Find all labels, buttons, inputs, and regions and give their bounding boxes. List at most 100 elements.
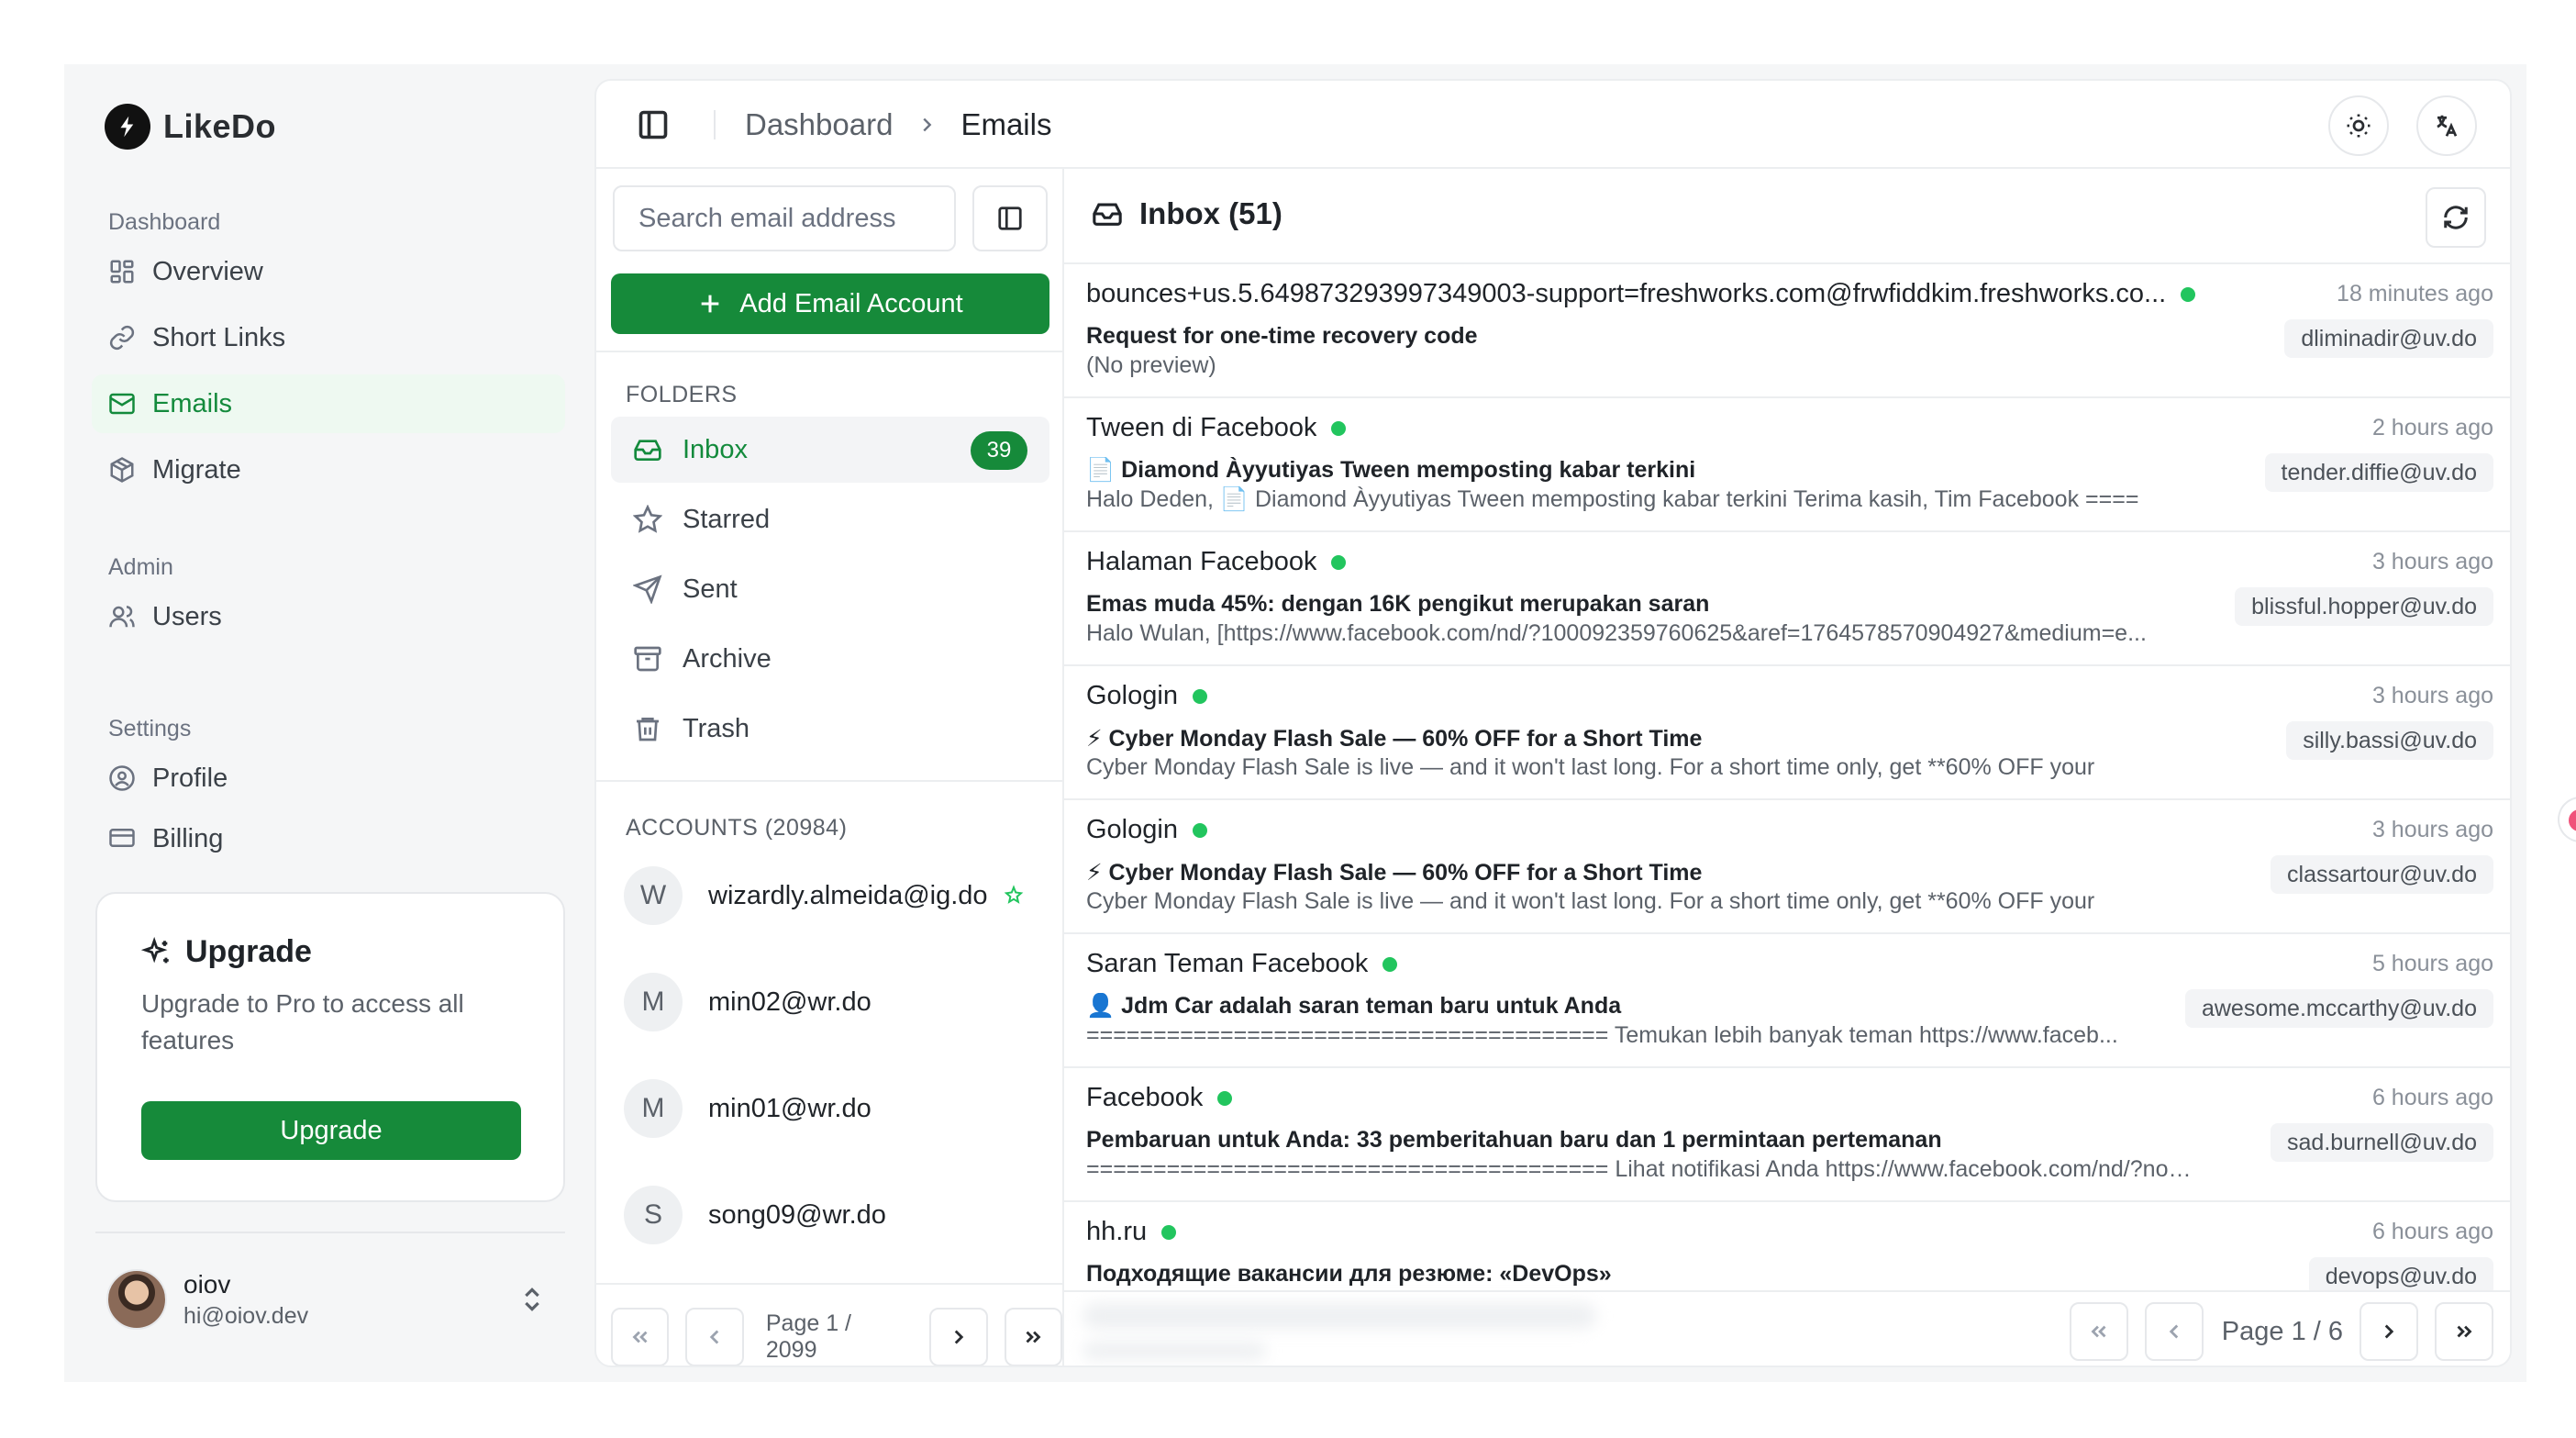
sidebar-item-profile[interactable]: Profile	[92, 749, 565, 808]
breadcrumb-dashboard[interactable]: Dashboard	[745, 107, 893, 142]
last-page-button[interactable]	[2435, 1302, 2493, 1361]
refresh-icon	[2444, 206, 2468, 229]
floating-help-badge[interactable]	[2558, 797, 2576, 842]
user-name: oiov	[183, 1269, 231, 1299]
folder-inbox[interactable]: Inbox 39	[611, 417, 1049, 483]
email-sender: bounces+us.5.649873293997349003-support=…	[1086, 279, 2196, 309]
sender-name: Saran Teman Facebook	[1086, 949, 1369, 978]
last-page-button[interactable]	[1004, 1308, 1062, 1366]
email-list-header: Inbox (51)	[1064, 169, 2510, 264]
language-button[interactable]	[2416, 95, 2477, 156]
prev-page-button[interactable]	[2144, 1302, 2204, 1361]
sun-icon	[2347, 114, 2371, 138]
prev-page-button[interactable]	[685, 1308, 744, 1366]
sidebar: LikeDo Dashboard Overview Short Links Em…	[64, 64, 594, 1382]
email-subject: Emas muda 45%: dengan 16K pengikut merup…	[1086, 591, 1710, 617]
inbox-icon	[634, 440, 661, 461]
email-subject: Подходящие вакансии для резюме: «DevOps»	[1086, 1261, 1612, 1287]
folder-label: Starred	[683, 504, 771, 534]
first-page-button[interactable]	[611, 1308, 670, 1366]
email-row[interactable]: Tween di Facebook 2 hours ago 📄 Diamond Ày…	[1064, 398, 2510, 532]
sidebar-item-label: Emails	[152, 388, 233, 418]
divider	[596, 1283, 1064, 1285]
brand[interactable]: LikeDo	[105, 99, 276, 154]
email-preview: (No preview)	[1086, 352, 1216, 378]
email-row[interactable]: Facebook 6 hours ago Pembaruan untuk Anda:…	[1064, 1068, 2510, 1202]
email-row[interactable]: Halaman Facebook 3 hours ago Emas muda 45%…	[1064, 532, 2510, 666]
email-sender: hh.ru	[1086, 1217, 1177, 1247]
account-email: wizardly.almeida@ig.do	[708, 880, 988, 910]
add-email-account-label: Add Email Account	[739, 288, 963, 318]
email-row[interactable]: Gologin 3 hours ago ⚡ Cyber Monday Flash S…	[1064, 800, 2510, 934]
sidebar-item-migrate[interactable]: Migrate	[92, 440, 565, 499]
credit-card-icon	[109, 829, 135, 847]
folder-panel: Search email address Add Email Account F…	[596, 169, 1064, 1366]
email-list-panel: Inbox (51) bounces+us.5.6498732939973490…	[1064, 169, 2510, 1366]
theme-toggle-button[interactable]	[2328, 95, 2389, 156]
account-item[interactable]: S song09@wr.do	[624, 1178, 1046, 1252]
unread-dot	[1331, 554, 1347, 570]
email-sender: Facebook	[1086, 1083, 1233, 1113]
first-page-button[interactable]	[2069, 1302, 2128, 1361]
folder-sent[interactable]: Sent	[611, 556, 1049, 622]
likedo-logo-icon	[105, 104, 150, 150]
sidebar-item-billing[interactable]: Billing	[92, 815, 565, 861]
account-email: min02@wr.do	[708, 987, 872, 1017]
next-page-button[interactable]	[2359, 1302, 2418, 1361]
account-item[interactable]: W wizardly.almeida@ig.do	[624, 859, 1046, 932]
chevrons-left-icon	[2091, 1325, 2106, 1338]
email-list-footer: Page 1 / 6	[1064, 1290, 2510, 1366]
sidebar-item-users[interactable]: Users	[92, 587, 565, 646]
email-time: 18 minutes ago	[2337, 281, 2493, 307]
chevrons-right-icon	[2457, 1325, 2472, 1338]
folder-starred[interactable]: Starred	[611, 486, 1049, 552]
sidebar-item-overview[interactable]: Overview	[92, 242, 565, 301]
toggle-list-button[interactable]	[972, 185, 1048, 251]
add-email-account-button[interactable]: Add Email Account	[611, 273, 1049, 334]
folder-archive[interactable]: Archive	[611, 626, 1049, 692]
sidebar-item-emails[interactable]: Emails	[92, 374, 565, 433]
sidebar-item-label: Users	[152, 601, 222, 631]
recipient-badge: silly.bassi@uv.do	[2286, 721, 2493, 760]
sender-name: Tween di Facebook	[1086, 413, 1317, 442]
email-pagination: Page 1 / 6	[2069, 1301, 2493, 1362]
page-indicator: Page 1 / 2099	[765, 1310, 852, 1363]
email-row[interactable]: bounces+us.5.649873293997349003-support=…	[1064, 264, 2510, 398]
inbox-title: Inbox (51)	[1092, 196, 1282, 231]
upgrade-title: Upgrade	[141, 934, 312, 970]
account-avatar: M	[624, 973, 683, 1031]
refresh-button[interactable]	[2426, 187, 2486, 248]
folder-trash[interactable]: Trash	[611, 696, 1049, 762]
panel-left-icon[interactable]	[637, 108, 670, 141]
unread-dot	[1382, 956, 1398, 972]
email-row[interactable]: Saran Teman Facebook 5 hours ago 👤 Jdm Car…	[1064, 934, 2510, 1068]
next-page-button[interactable]	[929, 1308, 988, 1366]
email-time: 2 hours ago	[2371, 415, 2493, 440]
mail-icon	[109, 393, 135, 415]
email-preview: Cyber Monday Flash Sale is live — and it…	[1086, 888, 2095, 914]
upgrade-button[interactable]: Upgrade	[141, 1101, 521, 1160]
sparkles-icon	[141, 936, 169, 963]
email-time: 3 hours ago	[2371, 817, 2493, 842]
user-circle-icon	[109, 765, 135, 791]
account-avatar: S	[624, 1186, 683, 1244]
unread-count-badge: 39	[971, 431, 1027, 470]
sidebar-item-short-links[interactable]: Short Links	[92, 308, 565, 367]
email-subject: ⚡ Cyber Monday Flash Sale — 60% OFF for …	[1086, 726, 1703, 752]
users-icon	[109, 606, 135, 628]
email-time: 6 hours ago	[2371, 1219, 2493, 1244]
email-row[interactable]: Gologin 3 hours ago ⚡ Cyber Monday Flash S…	[1064, 666, 2510, 800]
folders-heading: FOLDERS	[626, 382, 738, 407]
avatar	[106, 1269, 167, 1330]
blurred-footer-text	[1083, 1303, 1596, 1329]
chevron-right-icon	[923, 117, 932, 132]
user-menu[interactable]: oiov hi@oiov.dev	[106, 1263, 565, 1336]
chevron-left-icon	[709, 1330, 719, 1344]
email-subject: 📄 Diamond Àyyutiyas Tween memposting kab…	[1086, 457, 1696, 483]
account-item[interactable]: M min01@wr.do	[624, 1072, 1046, 1145]
search-input[interactable]: Search email address	[613, 185, 956, 251]
account-item[interactable]: M min02@wr.do	[624, 965, 1046, 1039]
folder-label: Sent	[683, 574, 738, 604]
folder-label: Inbox	[683, 434, 748, 464]
sidebar-item-label: Short Links	[152, 322, 286, 352]
